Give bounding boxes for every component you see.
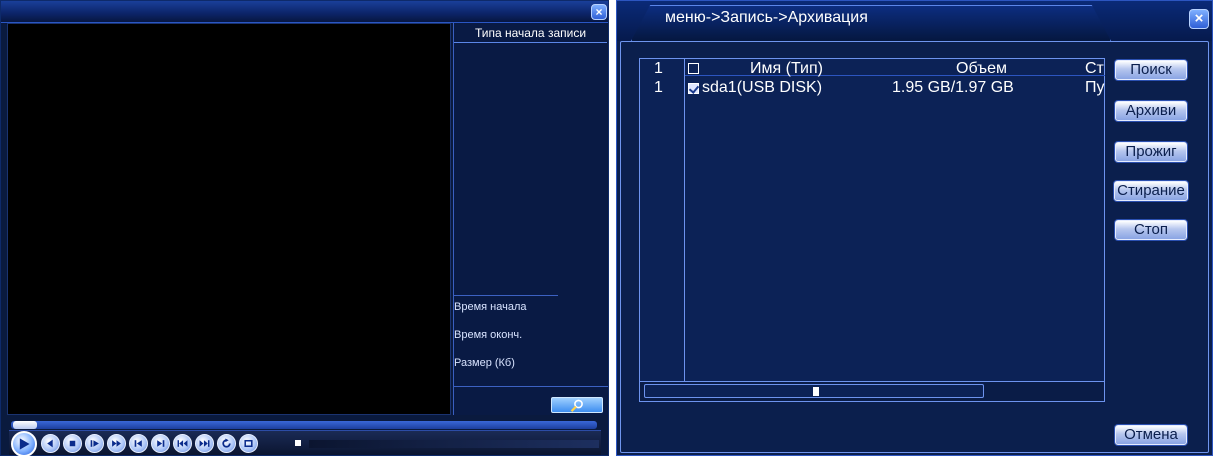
header-divider <box>685 75 1105 76</box>
prev-frame-button[interactable] <box>129 434 148 453</box>
record-info-panel: Типа начала записи Время начала Время ок… <box>453 23 608 415</box>
backup-body: 1 Имя (Тип) Объем Ст 1 sda1(USB DISK) 1.… <box>620 41 1209 453</box>
fast-forward-button[interactable] <box>107 434 126 453</box>
horizontal-scrollbar[interactable] <box>640 381 1104 401</box>
row-index: 1 <box>654 79 663 96</box>
erase-button[interactable]: Стирание <box>1114 181 1188 201</box>
controls-fill <box>309 440 599 448</box>
next-frame-button[interactable] <box>151 434 170 453</box>
row-name: sda1(USB DISK) <box>702 79 823 96</box>
grip-icon <box>813 387 819 396</box>
refresh-icon <box>222 438 231 448</box>
progress-thumb[interactable] <box>13 421 37 429</box>
fullscreen-icon <box>244 439 253 448</box>
divider <box>454 295 558 296</box>
close-icon: × <box>1194 10 1204 27</box>
search-icon <box>570 399 583 412</box>
prev-file-icon <box>177 440 188 447</box>
backup-window: меню->Запись->Архивация × 1 Имя (Тип) Об… <box>616 0 1213 456</box>
prev-frame-icon <box>134 440 142 447</box>
record-search-button[interactable] <box>551 397 603 413</box>
status-indicator <box>295 440 301 446</box>
header-status[interactable]: Ст <box>1085 60 1104 78</box>
divider <box>454 386 608 387</box>
column-divider <box>684 59 685 381</box>
burn-button[interactable]: Прожиг <box>1115 142 1187 162</box>
window-title: меню->Запись->Архивация <box>665 9 868 26</box>
playback-close-button[interactable]: × <box>591 4 607 20</box>
end-time-label: Время оконч. <box>454 329 523 341</box>
next-file-button[interactable] <box>195 434 214 453</box>
rewind-icon <box>47 439 53 448</box>
start-time-label: Время начала <box>454 301 527 313</box>
next-frame-icon <box>157 440 165 447</box>
slow-play-icon <box>90 440 99 447</box>
archive-button[interactable]: Архиви <box>1115 101 1187 121</box>
play-icon <box>19 438 30 450</box>
header-size[interactable]: Объем <box>956 60 1007 78</box>
backup-titlebar: меню->Запись->Архивация <box>617 1 1212 41</box>
fullscreen-button[interactable] <box>239 434 258 453</box>
stop-icon <box>69 440 76 447</box>
slow-play-button[interactable] <box>85 434 104 453</box>
scrollbar-thumb[interactable] <box>644 384 984 398</box>
play-button[interactable] <box>11 431 37 456</box>
refresh-button[interactable] <box>217 434 236 453</box>
header-name[interactable]: Имя (Тип) <box>750 60 823 78</box>
search-button[interactable]: Поиск <box>1115 60 1187 80</box>
rewind-button[interactable] <box>41 434 60 453</box>
playback-titlebar <box>1 1 608 23</box>
fast-forward-icon <box>112 440 121 447</box>
prev-file-button[interactable] <box>173 434 192 453</box>
stop-button[interactable] <box>63 434 82 453</box>
header-index: 1 <box>654 60 663 77</box>
cancel-button[interactable]: Отмена <box>1115 425 1187 445</box>
close-icon: × <box>595 5 603 19</box>
select-all-checkbox[interactable] <box>688 63 699 74</box>
playback-progress-slider[interactable] <box>11 421 597 429</box>
row-checkbox[interactable] <box>688 83 699 94</box>
record-type-header: Типа начала записи <box>454 23 607 43</box>
next-file-icon <box>199 440 210 447</box>
row-status: Пу <box>1085 79 1105 96</box>
playback-controls <box>9 430 601 456</box>
size-label: Размер (Кб) <box>454 357 515 369</box>
device-table: 1 Имя (Тип) Объем Ст 1 sda1(USB DISK) 1.… <box>639 58 1105 402</box>
video-display <box>7 23 451 415</box>
row-size: 1.95 GB/1.97 GB <box>892 79 1014 96</box>
playback-window: × Типа начала записи Время начала Время … <box>0 0 609 456</box>
stop-button[interactable]: Стоп <box>1115 220 1187 240</box>
backup-close-button[interactable]: × <box>1189 9 1209 29</box>
